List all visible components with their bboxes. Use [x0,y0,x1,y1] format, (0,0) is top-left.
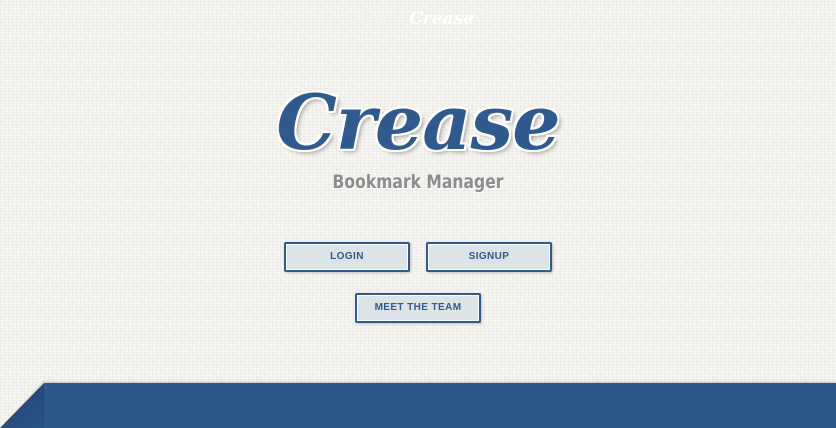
footer-suffix: ? [478,9,489,28]
what-is-crease-link[interactable]: What is Crease ? [0,0,836,45]
footer-folded-corner [0,383,44,428]
crease-logo: Crease [276,78,560,167]
signup-button[interactable]: SIGNUP [426,242,552,272]
meet-the-team-button[interactable]: MEET THE TEAM [355,293,481,323]
footer-brand-name: Crease [409,9,474,29]
footer-banner [44,383,836,428]
app-subtitle: Bookmark Manager [332,171,504,193]
footer-prefix: What is [347,9,405,28]
brand-block: Crease [0,78,836,168]
landing-page: { "brand": { "logo": "Crease", "subtitle… [0,0,836,428]
login-button[interactable]: LOGIN [284,242,410,272]
